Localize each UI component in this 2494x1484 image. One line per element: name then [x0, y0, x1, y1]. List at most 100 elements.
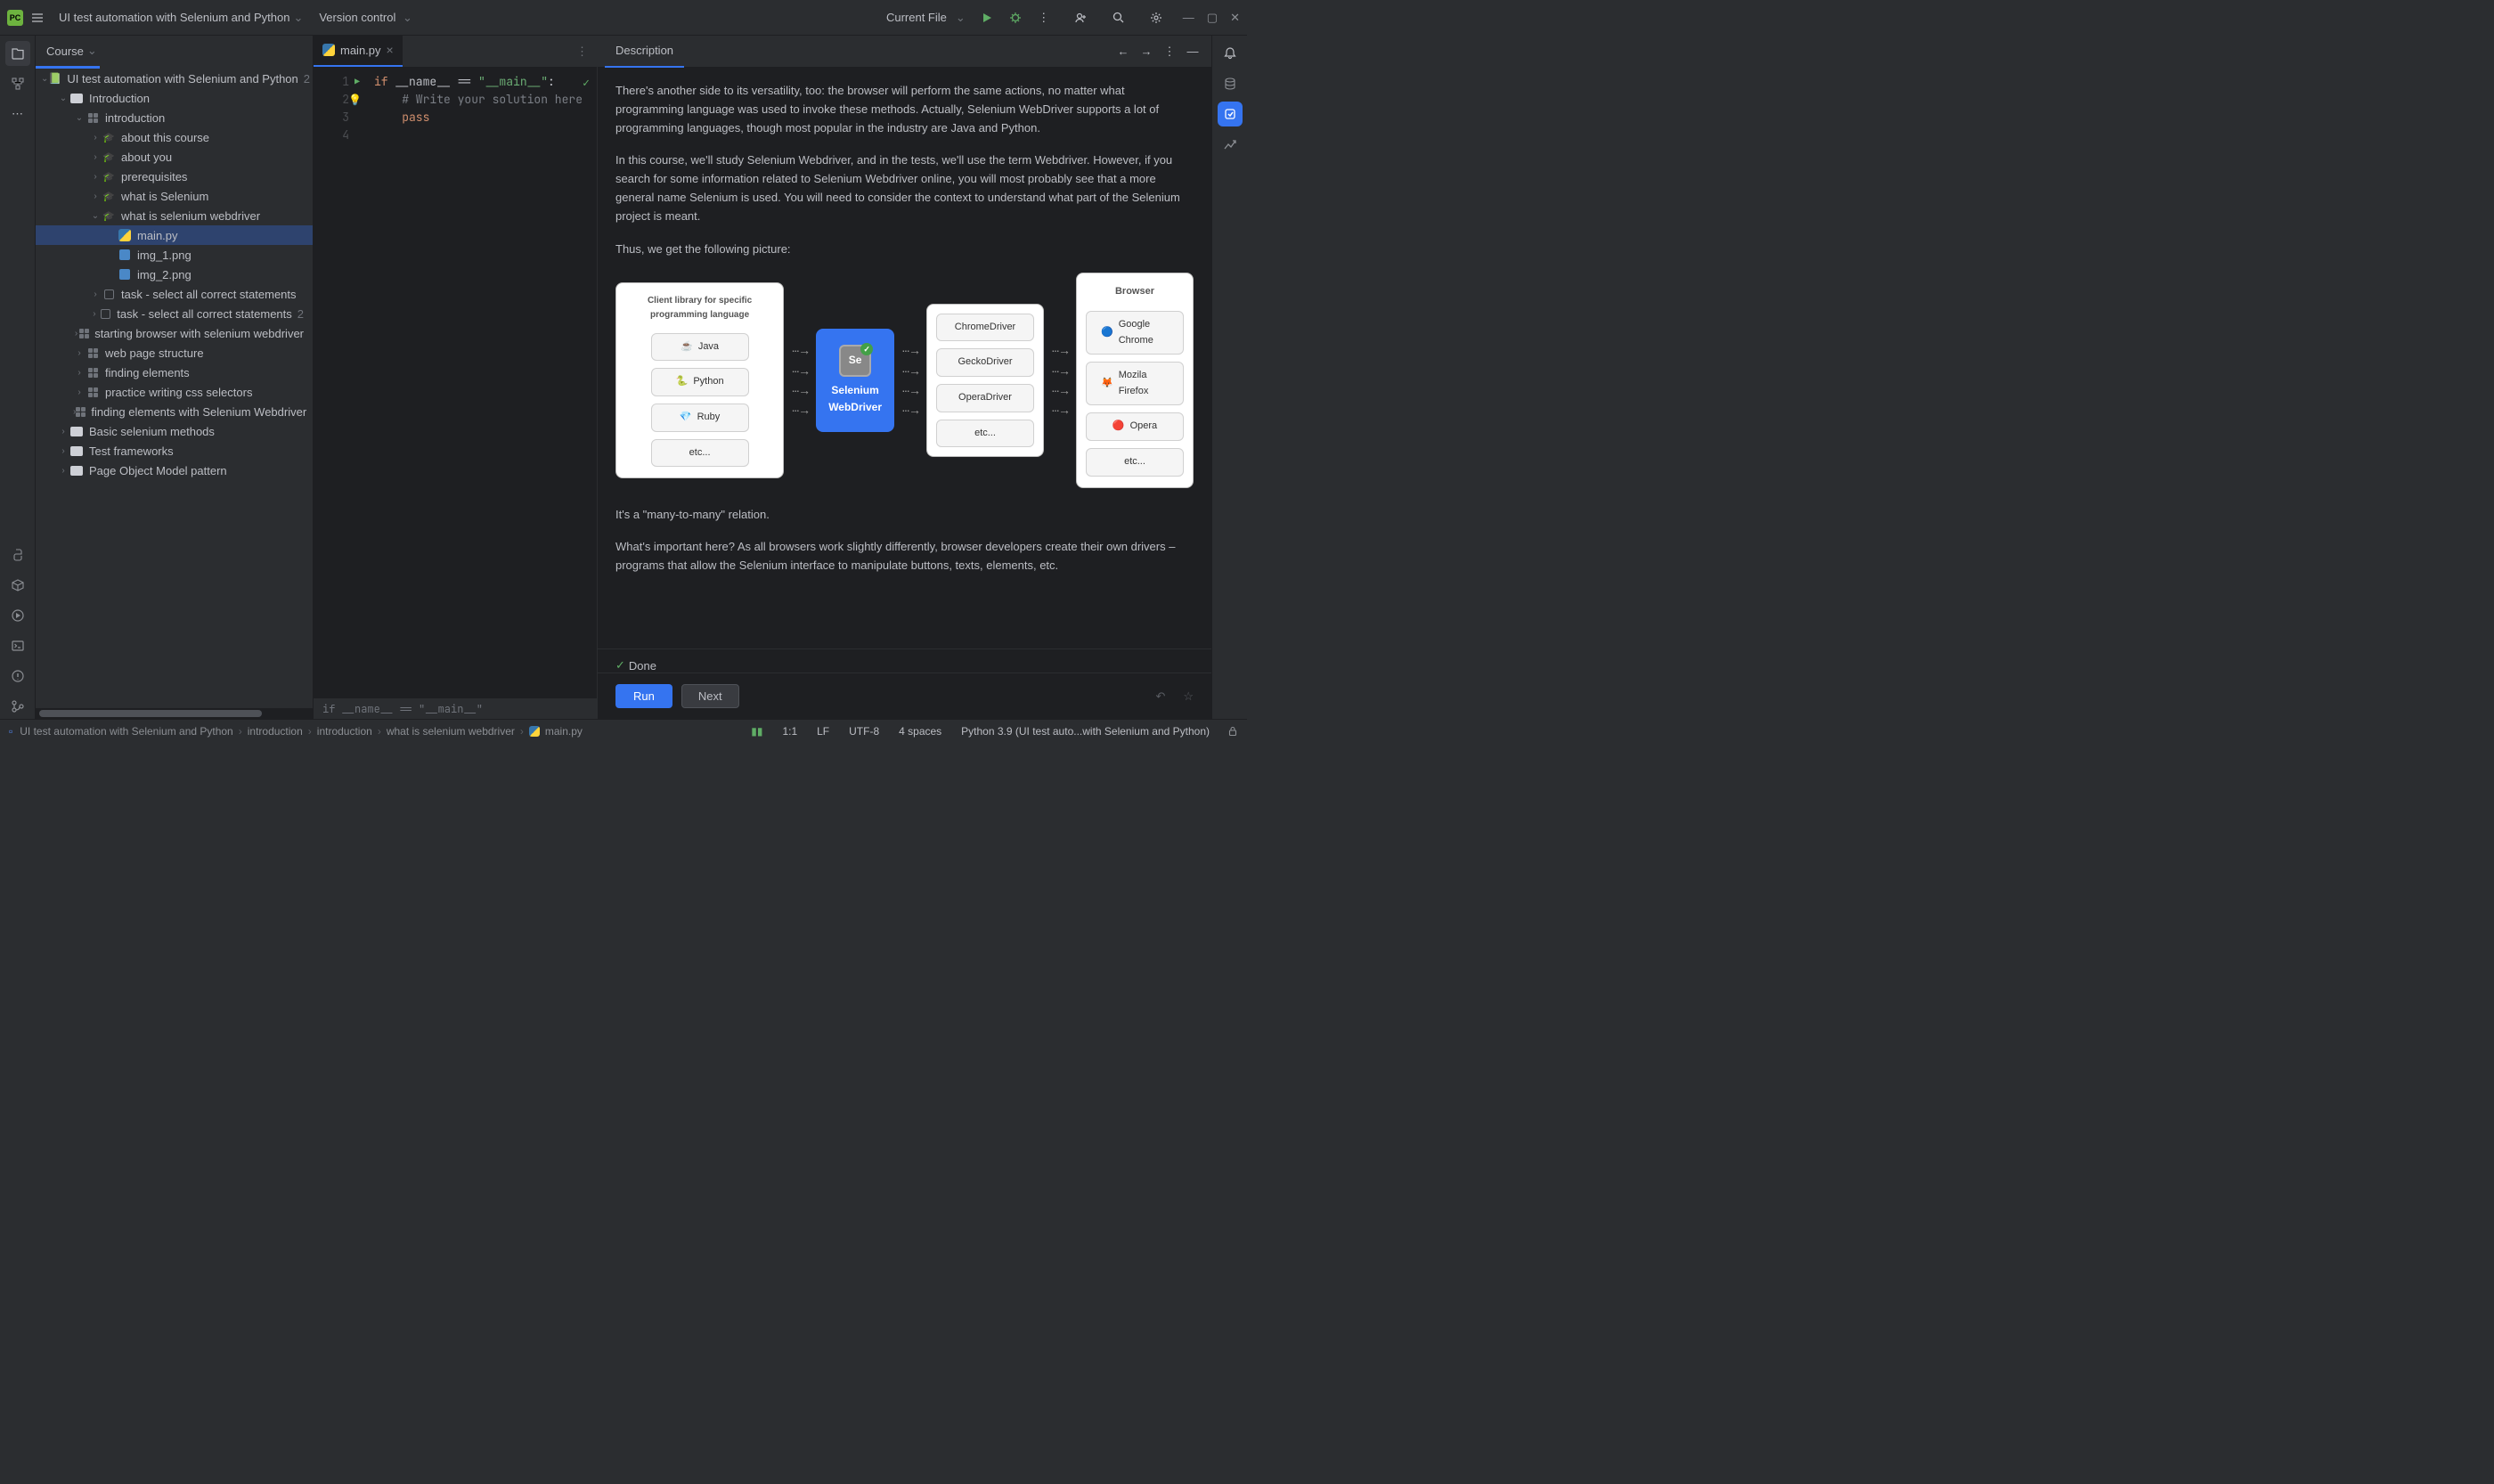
tree-task-what-is-selenium-webdriver[interactable]: what is selenium webdriver: [36, 206, 313, 225]
gutter: 1▶ 2💡 3 4: [314, 68, 356, 697]
titlebar: PC UI test automation with Selenium and …: [0, 0, 1247, 36]
next-task-button[interactable]: Next: [681, 684, 739, 708]
chevron-down-icon: ⌄: [87, 44, 97, 58]
right-tool-strip: [1211, 36, 1247, 719]
settings-button[interactable]: [1144, 5, 1169, 30]
task-status-label: Done: [629, 659, 656, 673]
tree-file-main-py[interactable]: main.py: [36, 225, 313, 245]
file-encoding[interactable]: UTF-8: [849, 725, 879, 738]
description-menu-icon[interactable]: ⋮: [1158, 45, 1181, 59]
code-editor[interactable]: 1▶ 2💡 3 4 if __name__ == "__main__": # W…: [314, 68, 597, 697]
tree-lesson-introduction[interactable]: introduction: [36, 108, 313, 127]
intention-bulb-icon[interactable]: 💡: [348, 91, 362, 109]
chevron-down-icon: ⌄: [293, 11, 303, 25]
tree-section-basic-methods[interactable]: Basic selenium methods: [36, 421, 313, 441]
close-tab-icon[interactable]: ×: [387, 43, 394, 57]
chevron-down-icon: ⌄: [956, 11, 966, 25]
vcs-icon[interactable]: [5, 694, 30, 719]
statistics-icon[interactable]: [1218, 132, 1243, 157]
ide-logo: PC: [7, 10, 23, 26]
editor-panel: main.py × ⋮ 1▶ 2💡 3 4 if __name__ == "__…: [314, 36, 597, 719]
run-button[interactable]: [974, 5, 999, 30]
run-marker-icon[interactable]: ▶: [355, 73, 360, 91]
description-paragraph: There's another side to its versatility,…: [615, 82, 1194, 137]
code-with-me-button[interactable]: [1069, 5, 1094, 30]
version-control-menu[interactable]: Version control ⌄: [319, 11, 412, 25]
diagram-client-column: Client library for specific programming …: [615, 282, 784, 478]
run-task-button[interactable]: Run: [615, 684, 672, 708]
structure-tool-icon[interactable]: [5, 71, 30, 96]
course-tree-panel: Course⌄ UI test automation with Selenium…: [36, 36, 314, 719]
services-icon[interactable]: [5, 603, 30, 628]
minimize-window-button[interactable]: ―: [1183, 11, 1194, 24]
tree-task-what-is-selenium[interactable]: what is Selenium: [36, 186, 313, 206]
nav-back-icon[interactable]: ←: [1112, 45, 1135, 58]
database-tool-icon[interactable]: [1218, 71, 1243, 96]
tree-task-select2[interactable]: task - select all correct statements2: [36, 304, 313, 323]
inspection-ok-icon[interactable]: ✓: [583, 75, 590, 90]
tree-section-pom[interactable]: Page Object Model pattern: [36, 461, 313, 480]
problems-icon[interactable]: [5, 664, 30, 689]
course-tree-header[interactable]: Course⌄: [36, 36, 313, 66]
tree-task-about-you[interactable]: about you: [36, 147, 313, 167]
search-everywhere-button[interactable]: [1106, 5, 1131, 30]
run-configuration-selector[interactable]: Current File⌄: [886, 11, 966, 25]
edu-book-icon[interactable]: ▮▮: [751, 725, 762, 738]
editor-tab-main-py[interactable]: main.py ×: [314, 36, 403, 67]
tree-lesson-starting-browser[interactable]: starting browser with selenium webdriver: [36, 323, 313, 343]
terminal-icon[interactable]: [5, 633, 30, 658]
maximize-window-button[interactable]: ▢: [1207, 11, 1218, 25]
tree-task-prerequisites[interactable]: prerequisites: [36, 167, 313, 186]
course-tree[interactable]: UI test automation with Selenium and Pyt…: [36, 69, 313, 708]
more-tools-icon[interactable]: ⋯: [5, 102, 30, 126]
python-console-icon[interactable]: [5, 542, 30, 567]
diagram-selenium-box: Se SeleniumWebDriver: [816, 329, 894, 432]
cursor-position[interactable]: 1:1: [782, 725, 797, 738]
diagram-drivers-column: ChromeDriver GeckoDriver OperaDriver etc…: [926, 304, 1044, 457]
close-window-button[interactable]: ✕: [1230, 11, 1240, 25]
tree-task-about-course[interactable]: about this course: [36, 127, 313, 147]
hide-panel-icon[interactable]: ―: [1181, 45, 1204, 58]
status-breadcrumb[interactable]: UI test automation with Selenium and Pyt…: [20, 725, 583, 738]
python-packages-icon[interactable]: [5, 573, 30, 598]
description-paragraph: What's important here? As all browsers w…: [615, 538, 1194, 575]
line-separator[interactable]: LF: [817, 725, 829, 738]
description-header: Description ← → ⋮ ―: [598, 36, 1211, 68]
editor-tabs-menu-icon[interactable]: ⋮: [576, 45, 588, 59]
tree-file-img2[interactable]: img_2.png: [36, 265, 313, 284]
tree-section-test-frameworks[interactable]: Test frameworks: [36, 441, 313, 461]
tree-lesson-finding-elements[interactable]: finding elements: [36, 363, 313, 382]
editor-tabs: main.py × ⋮: [314, 36, 597, 68]
tree-lesson-web-page-structure[interactable]: web page structure: [36, 343, 313, 363]
editor-breadcrumb[interactable]: if __name__ == "__main__": [314, 697, 597, 719]
interpreter-info[interactable]: Python 3.9 (UI test auto...with Selenium…: [961, 725, 1210, 738]
tree-section-introduction[interactable]: Introduction: [36, 88, 313, 108]
indent-info[interactable]: 4 spaces: [899, 725, 941, 738]
project-tool-icon[interactable]: [5, 41, 30, 66]
description-paragraph: It's a "many-to-many" relation.: [615, 506, 1194, 525]
left-tool-strip: ⋯: [0, 36, 36, 719]
description-tab[interactable]: Description: [605, 36, 684, 68]
tree-course-root[interactable]: UI test automation with Selenium and Pyt…: [36, 69, 313, 88]
tree-lesson-practice-css[interactable]: practice writing css selectors: [36, 382, 313, 402]
readonly-lock-icon[interactable]: [1227, 726, 1238, 737]
star-icon[interactable]: ☆: [1183, 689, 1194, 704]
project-name[interactable]: UI test automation with Selenium and Pyt…: [59, 11, 289, 24]
undo-icon[interactable]: ↶: [1155, 689, 1165, 704]
nav-forward-icon[interactable]: →: [1135, 45, 1158, 58]
tree-lesson-finding-with-wd[interactable]: finding elements with Selenium Webdriver: [36, 402, 313, 421]
main-menu-button[interactable]: [25, 5, 50, 30]
tree-task-select1[interactable]: task - select all correct statements: [36, 284, 313, 304]
check-icon: ✓: [615, 658, 625, 673]
notifications-icon[interactable]: [1218, 41, 1243, 66]
diagram-browsers-column: Browser 🔵Google Chrome 🦊Mozila Firefox 🔴…: [1076, 273, 1194, 487]
tree-file-img1[interactable]: img_1.png: [36, 245, 313, 265]
description-paragraph: Thus, we get the following picture:: [615, 241, 1194, 259]
horizontal-scrollbar[interactable]: [36, 708, 313, 719]
code-area[interactable]: if __name__ == "__main__": # Write your …: [356, 68, 597, 697]
debug-button[interactable]: [1003, 5, 1028, 30]
edu-active-icon[interactable]: [1218, 102, 1243, 126]
more-actions-button[interactable]: ⋮: [1031, 5, 1056, 30]
description-body[interactable]: There's another side to its versatility,…: [598, 68, 1211, 648]
description-footer: Run Next ↶ ☆: [598, 673, 1211, 719]
